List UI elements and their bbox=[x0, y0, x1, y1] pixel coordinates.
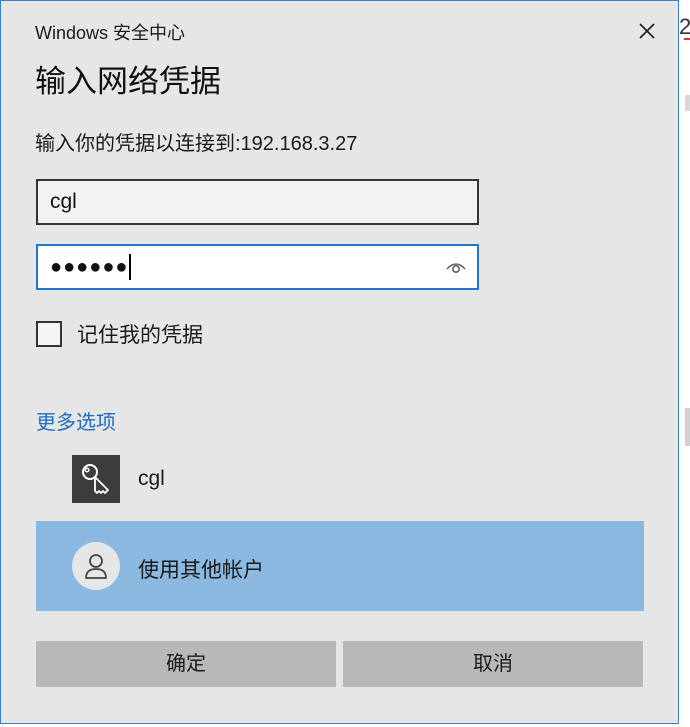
close-icon bbox=[639, 23, 655, 39]
account-label: cgl bbox=[138, 467, 165, 490]
remember-checkbox[interactable] bbox=[36, 321, 62, 347]
background-scroll-mark bbox=[685, 95, 690, 111]
background-scroll-mark bbox=[685, 408, 690, 446]
password-field[interactable]: ●●●●●● bbox=[36, 244, 479, 290]
spellcheck-underline bbox=[684, 38, 690, 40]
password-masked-value: ●●●●●● bbox=[50, 256, 129, 278]
more-options-link[interactable]: 更多选项 bbox=[36, 406, 116, 435]
username-value: cgl bbox=[50, 190, 77, 213]
person-icon bbox=[72, 542, 120, 590]
text-caret bbox=[129, 254, 132, 281]
account-option-cgl[interactable]: cgl bbox=[72, 455, 165, 503]
remember-credentials-option[interactable]: 记住我的凭据 bbox=[36, 319, 203, 349]
dialog-title: 输入网络凭据 bbox=[35, 64, 221, 99]
app-title: Windows 安全中心 bbox=[35, 23, 186, 43]
account-option-other[interactable]: 使用其他帐户 bbox=[36, 521, 644, 611]
close-button[interactable] bbox=[631, 15, 663, 47]
ok-button[interactable]: 确定 bbox=[36, 641, 336, 687]
key-icon bbox=[72, 455, 120, 503]
cancel-button[interactable]: 取消 bbox=[343, 641, 643, 687]
username-field[interactable]: cgl bbox=[36, 179, 479, 225]
account-label: 使用其他帐户 bbox=[138, 559, 264, 582]
background-text-fragment: 2 bbox=[679, 14, 690, 39]
credentials-dialog: Windows 安全中心 输入网络凭据 输入你的凭据以连接到:192.168.3… bbox=[0, 0, 679, 724]
reveal-password-icon[interactable] bbox=[445, 258, 467, 276]
connection-prompt: 输入你的凭据以连接到:192.168.3.27 bbox=[35, 133, 358, 155]
remember-label: 记住我的凭据 bbox=[77, 324, 203, 347]
